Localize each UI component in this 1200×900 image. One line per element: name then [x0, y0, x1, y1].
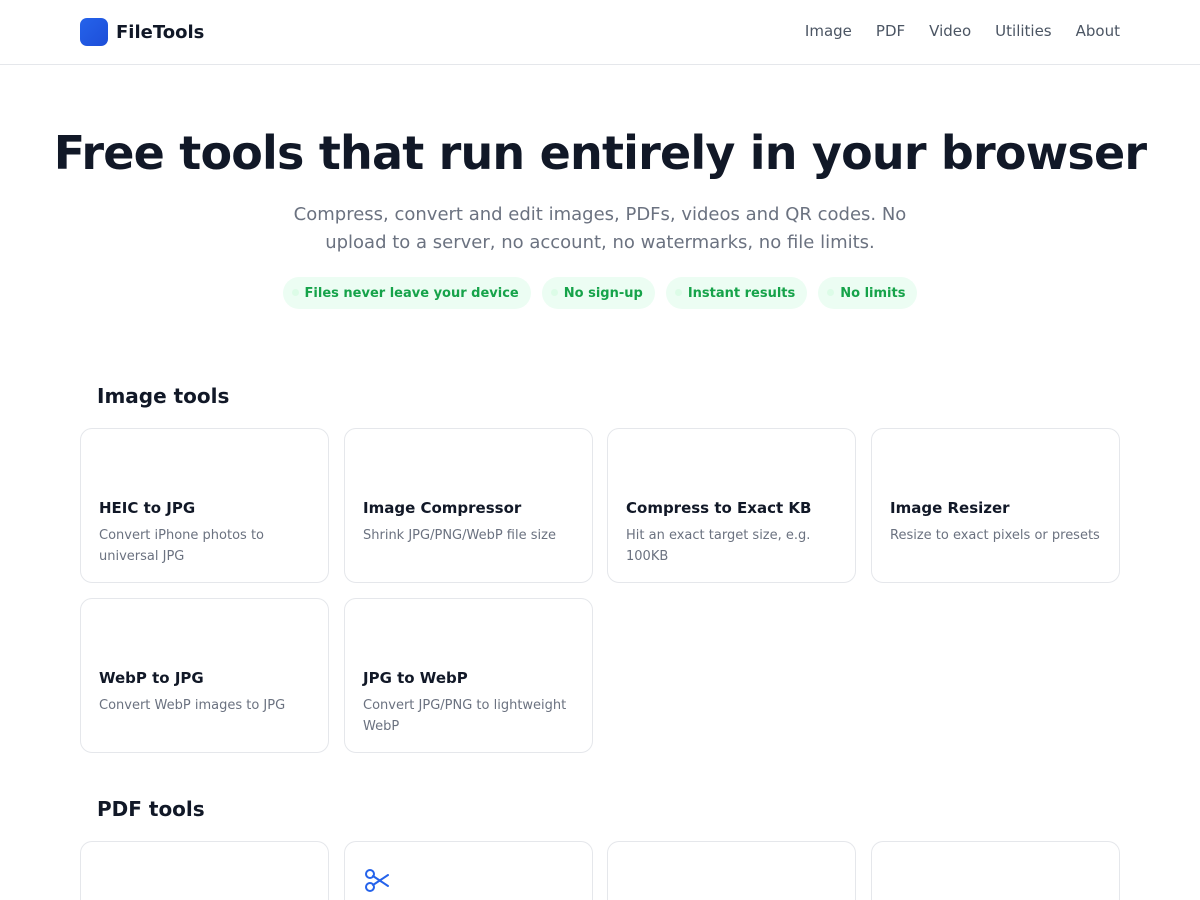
feature-pill: No limits	[818, 277, 918, 309]
feature-pills: Files never leave your device No sign-up…	[0, 277, 1200, 309]
tool-icon	[99, 623, 127, 651]
tool-icon	[99, 453, 127, 481]
pdf-tool-card-split[interactable]	[344, 841, 593, 900]
tool-card-webp-to-jpg[interactable]: WebP to JPG Convert WebP images to JPG	[80, 598, 329, 753]
tool-card-desc: Convert WebP images to JPG	[99, 698, 286, 713]
nav-link-video[interactable]: Video	[929, 22, 971, 40]
tool-card-jpg-to-webp[interactable]: JPG to WebP Convert JPG/PNG to lightweig…	[344, 598, 593, 753]
nav-link-utilities[interactable]: Utilities	[995, 22, 1051, 40]
nav-link-image[interactable]: Image	[805, 22, 852, 40]
tool-icon	[363, 623, 391, 651]
scissors-icon	[365, 869, 389, 892]
pdf-tool-card[interactable]	[607, 841, 856, 900]
tool-icon	[363, 453, 391, 481]
tool-card-title: WebP to JPG	[99, 669, 204, 687]
pdf-tool-card[interactable]	[871, 841, 1120, 900]
pdf-tools-heading: PDF tools	[97, 797, 205, 821]
brand-name: FileTools	[116, 21, 205, 43]
tool-card-title: HEIC to JPG	[99, 499, 196, 517]
tool-card-compress-to-exact-kb[interactable]: Compress to Exact KB Hit an exact target…	[607, 428, 856, 583]
tool-card-desc: Hit an exact target size, e.g. 100KB	[626, 528, 811, 564]
tool-card-heic-to-jpg[interactable]: HEIC to JPG Convert iPhone photos to uni…	[80, 428, 329, 583]
pdf-tool-card[interactable]	[80, 841, 329, 900]
tool-card-desc: Convert iPhone photos to universal JPG	[99, 528, 265, 564]
tool-card-title: Image Resizer	[890, 499, 1010, 517]
tool-card-title: Image Compressor	[363, 499, 522, 517]
tool-card-desc: Shrink JPG/PNG/WebP file size	[363, 528, 556, 543]
image-tools-heading: Image tools	[97, 384, 230, 408]
feature-pill: No sign-up	[541, 277, 655, 309]
nav-link-pdf[interactable]: PDF	[876, 22, 905, 40]
tool-icon	[890, 453, 918, 481]
brand-link[interactable]: FileTools	[80, 18, 204, 46]
hero-title: Free tools that run entirely in your bro…	[53, 126, 1147, 180]
feature-pill: Instant results	[665, 277, 808, 309]
hero-subtitle: Compress, convert and edit images, PDFs,…	[293, 204, 907, 253]
brand-logo-icon	[80, 18, 108, 46]
feature-pill: Files never leave your device	[282, 277, 531, 309]
nav-link-about[interactable]: About	[1076, 22, 1120, 40]
site-header: FileTools Image PDF Video Utilities Abou…	[0, 0, 1200, 65]
tool-card-title: Compress to Exact KB	[626, 499, 812, 517]
tool-card-image-resizer[interactable]: Image Resizer Resize to exact pixels or …	[871, 428, 1120, 583]
tool-card-image-compressor[interactable]: Image Compressor Shrink JPG/PNG/WebP fil…	[344, 428, 593, 583]
tool-card-desc: Resize to exact pixels or presets	[890, 528, 1100, 543]
tool-icon	[626, 453, 654, 481]
tool-card-desc: Convert JPG/PNG to lightweight WebP	[363, 698, 567, 734]
tool-card-title: JPG to WebP	[363, 669, 468, 687]
main-nav: Image PDF Video Utilities About	[805, 22, 1120, 40]
